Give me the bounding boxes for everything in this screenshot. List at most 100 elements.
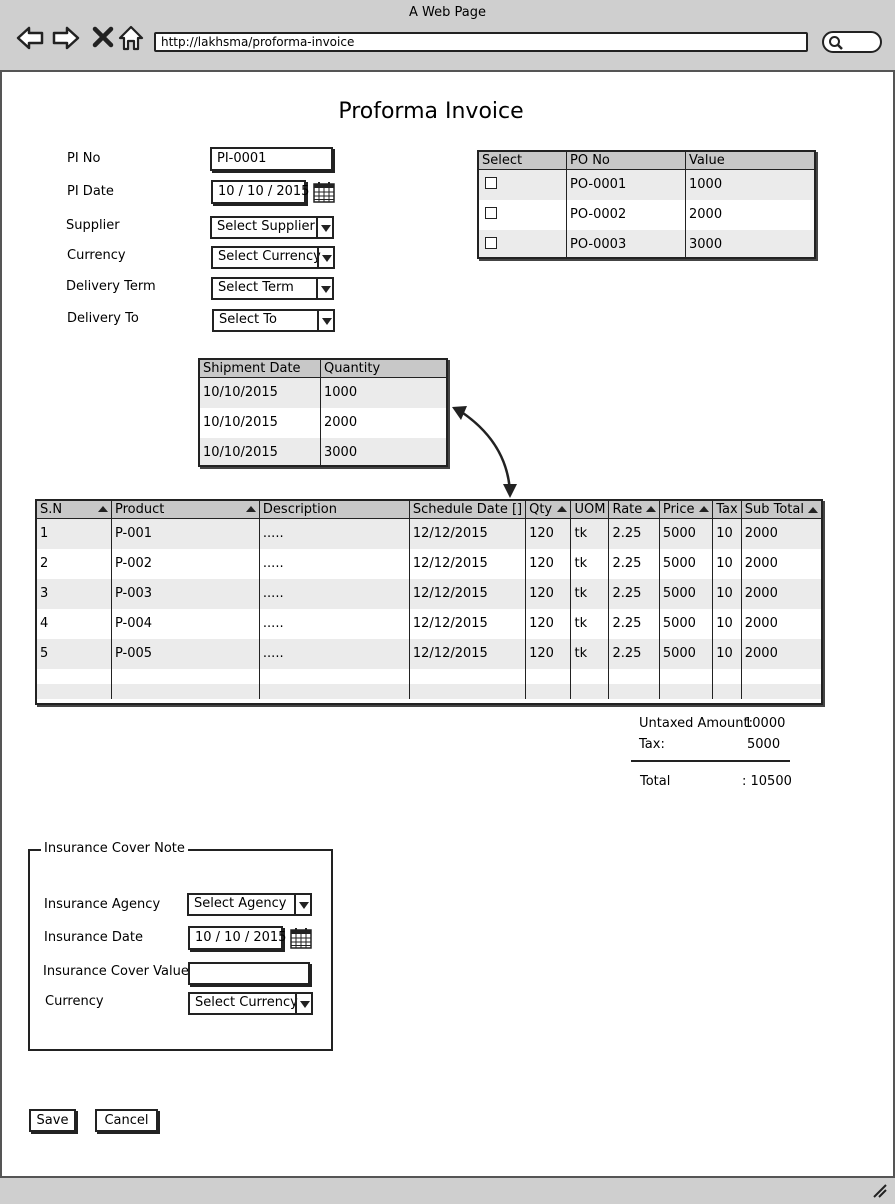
empty-cell [608, 683, 660, 699]
tax-cell: 10 [712, 548, 742, 579]
browser-search-field[interactable] [822, 31, 882, 53]
rate-cell: 2.25 [608, 578, 660, 609]
table-row[interactable]: PO-0001 1000 [479, 169, 814, 200]
close-x-icon[interactable] [90, 24, 118, 52]
pi-no-input[interactable]: PI-0001 [210, 147, 333, 171]
supplier-select[interactable]: Select Supplier [210, 216, 334, 239]
rate-cell: 2.25 [608, 518, 660, 549]
qty-cell: 120 [525, 518, 572, 549]
insurance-agency-select[interactable]: Select Agency [187, 893, 312, 916]
insurance-cover-value-input[interactable] [188, 962, 310, 985]
items-col-tax[interactable]: Tax [712, 501, 742, 519]
shipment-qty-cell: 1000 [320, 377, 446, 408]
delivery-term-select[interactable]: Select Term [211, 277, 334, 300]
table-row[interactable]: 4 P-004..... 12/12/2015 120 tk 2.25 5000 10 2000 [37, 608, 821, 639]
total-label: Total [640, 774, 671, 789]
items-col-sub-total[interactable]: Sub Total [741, 501, 821, 519]
uom-cell: tk [570, 608, 610, 639]
empty-table-row[interactable] [37, 668, 821, 684]
table-row[interactable]: 1 P-001..... 12/12/2015 120 tk 2.25 5000 10 2000 [37, 518, 821, 549]
po-col-select[interactable]: Select [479, 152, 567, 170]
currency-select[interactable]: Select Currency [211, 246, 335, 269]
po-row-checkbox[interactable] [485, 206, 497, 219]
price-cell: 5000 [659, 608, 714, 639]
table-row[interactable]: 10/10/2015 2000 [200, 407, 446, 438]
table-row[interactable]: 10/10/2015 1000 [200, 377, 446, 408]
uom-cell: tk [570, 578, 610, 609]
items-col-description[interactable]: Description [259, 501, 410, 519]
sub-total-cell: 2000 [744, 556, 778, 571]
qty-cell: 120 [525, 638, 572, 669]
po-value-cell: 2000 [689, 207, 723, 222]
calendar-icon[interactable] [312, 180, 336, 204]
sort-up-icon[interactable] [245, 506, 256, 512]
sort-up-icon[interactable] [699, 506, 710, 512]
items-col-price[interactable]: Price [659, 501, 714, 519]
cancel-button[interactable]: Cancel [95, 1109, 158, 1132]
sub-total-cell: 2000 [741, 578, 821, 609]
tax-value: 5000 [747, 737, 781, 752]
product-cell: P-005 [111, 638, 260, 669]
shipment-date-cell: 10/10/2015 [200, 377, 321, 408]
sort-up-icon[interactable] [645, 506, 656, 512]
po-no-cell: PO-0001 [566, 169, 686, 200]
items-col-sn[interactable]: S.N [37, 501, 112, 519]
description-cell: ..... [259, 578, 410, 609]
rate-cell: 2.25 [608, 638, 660, 669]
description-cell: ..... [259, 638, 410, 669]
status-bar [0, 1176, 895, 1204]
sort-up-icon[interactable] [557, 506, 568, 512]
back-arrow-icon[interactable] [16, 24, 44, 52]
uom-cell: tk [570, 638, 610, 669]
pi-no-label: PI No [67, 151, 101, 166]
po-row-checkbox[interactable] [485, 176, 497, 189]
qty-cell: 120 [525, 578, 572, 609]
empty-cell [741, 669, 821, 684]
items-col-uom[interactable]: UOM [570, 501, 610, 519]
empty-table-row[interactable] [37, 683, 821, 699]
qty-cell: 120 [525, 608, 572, 639]
delivery-to-label: Delivery To [67, 311, 139, 326]
items-col-qty[interactable]: Qty [525, 501, 572, 519]
forward-arrow-icon[interactable] [52, 24, 80, 52]
sort-up-icon[interactable] [808, 506, 818, 513]
insurance-date-label: Insurance Date [44, 930, 143, 945]
empty-cell [659, 668, 714, 684]
insurance-agency-select-value: Select Agency [194, 896, 287, 911]
insurance-currency-select[interactable]: Select Currency [188, 992, 313, 1015]
chevron-down-icon [317, 248, 333, 267]
calendar-icon[interactable] [289, 926, 313, 950]
table-row[interactable]: 5 P-005..... 12/12/2015 120 tk 2.25 5000 10 2000 [37, 638, 821, 669]
shipment-col-date[interactable]: Shipment Date [200, 360, 321, 378]
items-col-schedule-date[interactable]: Schedule Date [] [409, 501, 527, 519]
po-row-checkbox[interactable] [485, 236, 497, 249]
table-row[interactable]: PO-0003 3000 [479, 229, 814, 257]
items-col-product[interactable]: Product [111, 501, 260, 519]
delivery-to-select-value: Select To [219, 312, 277, 327]
link-arrow-icon [452, 406, 517, 498]
insurance-currency-select-value: Select Currency [195, 995, 298, 1010]
table-row[interactable]: 10/10/2015 3000 [200, 437, 446, 465]
pi-date-input[interactable]: 10 / 10 / 2015 [211, 180, 309, 204]
empty-cell [111, 668, 260, 684]
shipment-col-quantity[interactable]: Quantity [320, 360, 446, 378]
items-col-rate[interactable]: Rate [608, 501, 660, 519]
po-col-value[interactable]: Value [685, 152, 814, 170]
po-col-po-no[interactable]: PO No [566, 152, 686, 170]
url-bar[interactable]: http://lakhsma/proforma-invoice [154, 32, 808, 52]
sort-up-icon[interactable] [97, 506, 108, 512]
sn-cell: 2 [37, 548, 112, 579]
table-row[interactable]: PO-0002 2000 [479, 199, 814, 230]
delivery-to-select[interactable]: Select To [212, 309, 335, 332]
insurance-date-input[interactable]: 10 / 10 / 2015 [188, 926, 286, 950]
product-cell: P-001 [111, 518, 260, 549]
table-row[interactable]: 3 P-003..... 12/12/2015 120 tk 2.25 5000 10 2000 [37, 578, 821, 609]
table-row[interactable]: 2 P-002..... 12/12/2015 120 tk 2.25 5000 10 2000 [37, 548, 821, 579]
save-button[interactable]: Save [29, 1109, 76, 1132]
insurance-cover-value-label: Insurance Cover Value [43, 964, 189, 979]
resize-grip-icon[interactable] [872, 1183, 888, 1199]
page-title: Proforma Invoice [338, 99, 524, 124]
uom-cell: tk [570, 518, 610, 549]
rate-cell: 2.25 [608, 608, 660, 639]
home-icon[interactable] [117, 24, 145, 52]
